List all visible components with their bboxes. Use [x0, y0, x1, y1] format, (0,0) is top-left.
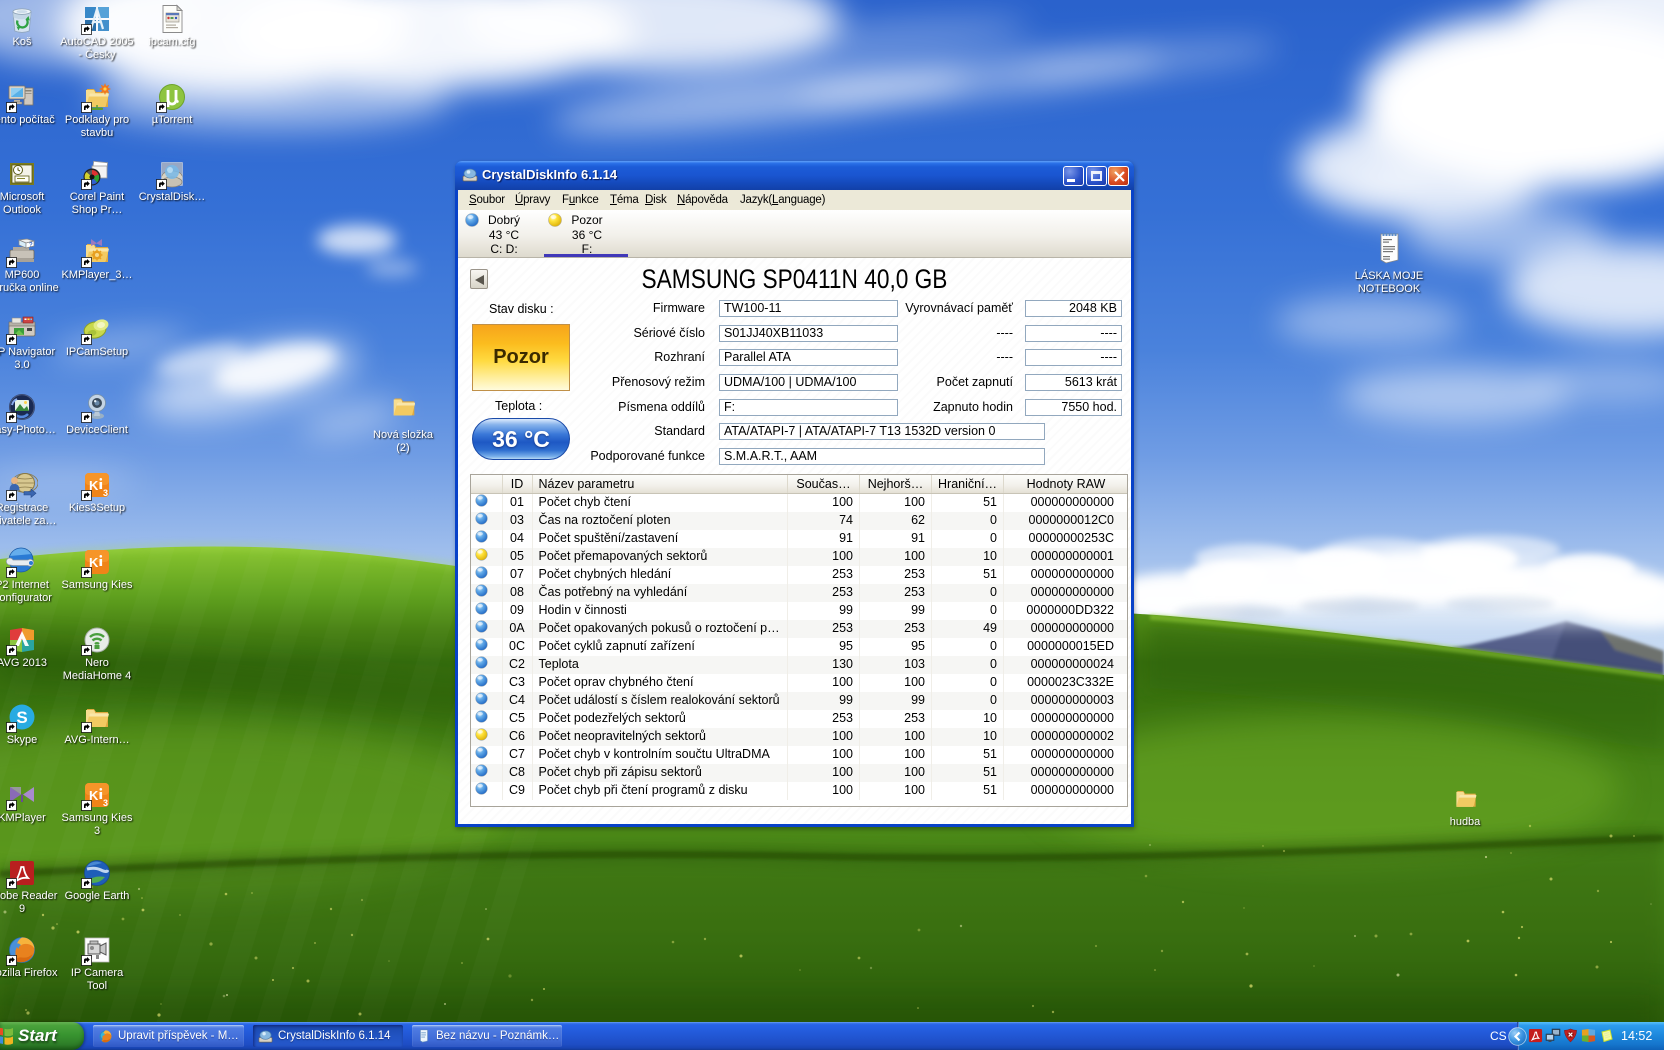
svg-text:3: 3 — [103, 798, 108, 808]
svg-text:S: S — [16, 708, 27, 727]
svg-text:3: 3 — [103, 488, 108, 498]
svg-text:?: ? — [29, 243, 33, 249]
